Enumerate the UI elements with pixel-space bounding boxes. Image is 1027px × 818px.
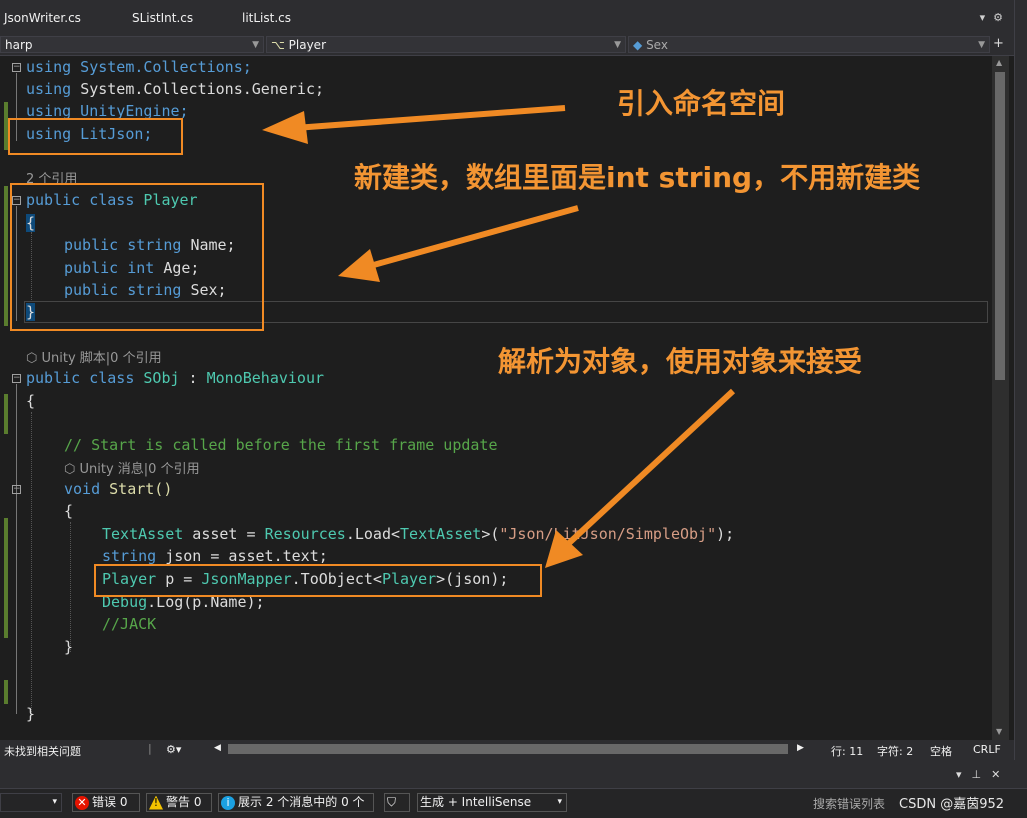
chevron-down-icon: ▼ [978,40,985,50]
error-list-header: ▾⊥✕ [0,760,1027,788]
search-error-list-input[interactable]: 搜索错误列表 [813,795,885,812]
member-dropdown[interactable]: ◆ Sex ▼ [628,36,990,53]
class-dropdown-value: Player [288,38,326,52]
field-icon: ◆ [633,38,643,52]
code-editor[interactable]: − − − − using System.Collections; using … [0,56,992,740]
member-dropdown-value: Sex [646,38,668,52]
build-intellisense-dropdown[interactable]: 生成 + IntelliSense ▾ [417,793,567,812]
tab-slistint[interactable]: SListInt.cs [132,11,193,25]
scope-dropdown[interactable]: ▾ [0,793,62,812]
divider: | [148,742,152,755]
tab-jsonwriter[interactable]: JsonWriter.cs [4,11,81,25]
annotation-arrows [262,105,736,568]
whitespace-mode[interactable]: 空格 [930,743,952,759]
arrow-line [565,388,736,547]
horizontal-scroll-thumb[interactable] [228,744,788,754]
errors-count: 错误 0 [92,795,128,809]
project-dropdown-value: harp [5,38,33,52]
class-icon: ⌥ [271,38,285,52]
code-cleanup-icon[interactable]: ⚙▾ [166,743,181,756]
scroll-left-icon[interactable]: ◀ [214,743,221,753]
chevron-down-icon: ▼ [614,40,621,50]
vertical-scroll-thumb[interactable] [995,72,1005,380]
scroll-right-icon[interactable]: ▶ [797,743,804,753]
scroll-down-icon[interactable]: ▼ [996,727,1002,736]
char-number[interactable]: 字符: 2 [877,743,913,759]
line-number[interactable]: 行: 11 [831,743,863,759]
messages-filter-button[interactable]: i 展示 2 个消息中的 0 个 [218,793,374,812]
issues-status[interactable]: 未找到相关问题 [4,743,81,759]
warnings-filter-button[interactable]: ! 警告 0 [146,793,212,812]
error-icon: ✕ [75,795,89,810]
scroll-up-icon[interactable]: ▲ [996,58,1002,67]
arrow-line [369,205,579,269]
navigation-bar: harp ▼ ⌥ Player ▼ ◆ Sex ▼ + [0,35,1027,56]
document-tab-strip: JsonWriter.cs SListInt.cs litList.cs ▾⚙ [0,0,1027,35]
watermark: CSDN @嘉茵952 [899,797,1005,812]
panel-window-icons[interactable]: ▾⊥✕ [956,768,1010,781]
arrow-line [294,105,566,131]
project-dropdown[interactable]: harp ▼ [0,36,264,53]
filter-icon[interactable]: ⛉ [384,793,410,812]
split-editor-icon[interactable]: + [993,36,1004,51]
messages-count: 展示 2 个消息中的 0 个 [238,795,365,809]
warning-icon: ! [149,795,163,810]
right-tool-strip [1014,0,1027,760]
errors-filter-button[interactable]: ✕ 错误 0 [72,793,140,812]
class-dropdown[interactable]: ⌥ Player ▼ [266,36,626,53]
warnings-count: 警告 0 [166,795,202,809]
build-source-label: 生成 + IntelliSense [420,795,532,809]
arrowhead-icon [262,111,308,144]
arrowhead-icon [338,249,380,282]
chevron-down-icon: ▾ [52,797,57,807]
chevron-down-icon: ▼ [252,40,259,50]
tab-overflow-icons[interactable]: ▾⚙ [980,11,1011,24]
error-list-toolbar: ▾ ✕ 错误 0 ! 警告 0 i 展示 2 个消息中的 0 个 ⛉ 生成 + Int… [0,788,1027,818]
chevron-down-icon: ▾ [557,797,562,807]
line-ending[interactable]: CRLF [973,743,1001,756]
info-icon: i [221,795,235,810]
tab-litlist[interactable]: litList.cs [242,11,291,25]
